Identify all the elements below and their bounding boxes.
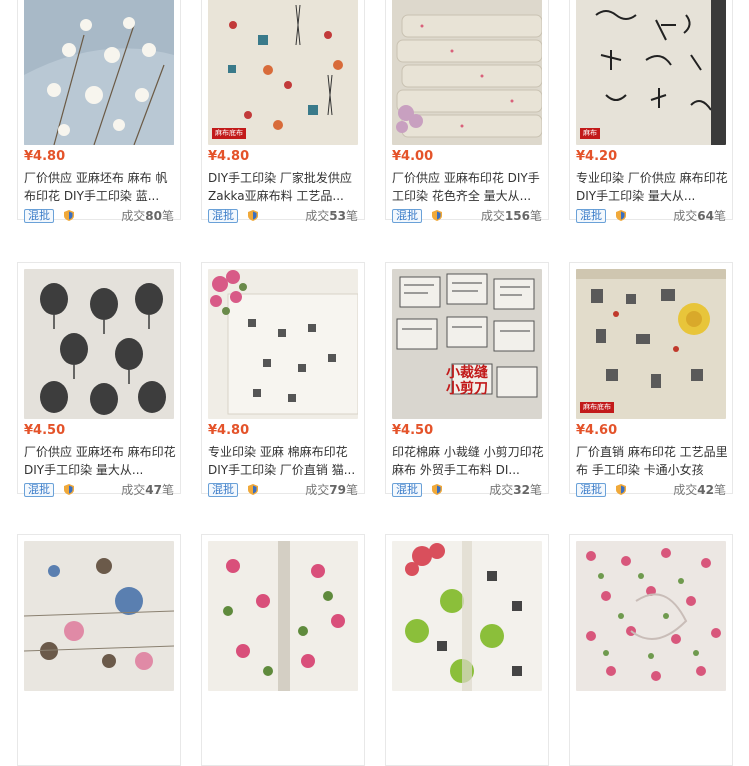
product-image[interactable] — [208, 541, 358, 691]
product-title[interactable]: 专业印染 厂价供应 麻布印花 DIY手工印染 量大从... — [576, 169, 728, 205]
product-price: ¥4.80 — [208, 423, 250, 438]
mixed-batch-badge[interactable]: 混批 — [24, 209, 54, 223]
product-card[interactable] — [385, 534, 549, 766]
product-card[interactable]: 麻布底布 ¥4.60 厂价直销 麻布印花 工艺品里布 手工印染 卡通小女孩 混批… — [569, 262, 733, 497]
deal-count: 成交32笔 — [489, 483, 542, 497]
product-price: ¥4.50 — [392, 423, 434, 438]
product-image[interactable] — [24, 269, 174, 419]
image-tag: 麻布底布 — [212, 128, 246, 139]
product-meta: 混批 成交64笔 — [576, 207, 726, 225]
product-meta: 混批 成交42笔 — [576, 481, 726, 499]
product-grid: ¥4.80 厂价供应 亚麻坯布 麻布 帆布印花 DIY手工印染 蓝... 混批 … — [0, 0, 749, 766]
product-price: ¥4.80 — [24, 149, 66, 164]
product-title[interactable]: 专业印染 亚麻 棉麻布印花 DIY手工印染 厂价直销 猫... — [208, 443, 360, 479]
product-card[interactable] — [17, 534, 181, 766]
mixed-batch-badge[interactable]: 混批 — [208, 209, 238, 223]
shield-icon[interactable] — [616, 484, 626, 495]
product-card[interactable]: ¥4.00 厂价供应 亚麻布印花 DIY手工印染 花色齐全 量大从... 混批 … — [385, 0, 549, 223]
deal-count: 成交156笔 — [480, 209, 542, 223]
product-image[interactable] — [24, 0, 174, 145]
image-tag: 麻布 — [580, 128, 600, 139]
product-image[interactable] — [392, 541, 542, 691]
product-meta: 混批 成交32笔 — [392, 481, 542, 499]
product-meta: 混批 成交53笔 — [208, 207, 358, 225]
product-image[interactable] — [208, 269, 358, 419]
product-card[interactable]: ¥4.80 专业印染 亚麻 棉麻布印花 DIY手工印染 厂价直销 猫... 混批… — [201, 262, 365, 497]
product-title[interactable]: 厂价供应 亚麻坯布 麻布 帆布印花 DIY手工印染 蓝... — [24, 169, 176, 205]
product-meta: 混批 成交47笔 — [24, 481, 174, 499]
deal-count: 成交80笔 — [121, 209, 174, 223]
image-tag: 麻布底布 — [580, 402, 614, 413]
shield-icon[interactable] — [616, 210, 626, 221]
product-title[interactable]: 印花棉麻 小裁缝 小剪刀印花麻布 外贸手工布料 DI... — [392, 443, 544, 479]
image-caption: 小裁缝 小剪刀 — [446, 365, 488, 397]
shield-icon[interactable] — [432, 210, 442, 221]
mixed-batch-badge[interactable]: 混批 — [576, 209, 606, 223]
product-image[interactable] — [24, 541, 174, 691]
shield-icon[interactable] — [64, 210, 74, 221]
product-card[interactable] — [569, 534, 733, 766]
product-price: ¥4.00 — [392, 149, 434, 164]
product-card[interactable]: ¥4.50 厂价供应 亚麻坯布 麻布印花 DIY手工印染 量大从... 混批 成… — [17, 262, 181, 497]
product-title[interactable]: DIY手工印染 厂家批发供应 Zakka亚麻布料 工艺品... — [208, 169, 360, 205]
shield-icon[interactable] — [248, 210, 258, 221]
product-image[interactable]: 小裁缝 小剪刀 — [392, 269, 542, 419]
product-image[interactable] — [392, 0, 542, 145]
product-card[interactable] — [201, 534, 365, 766]
product-title[interactable]: 厂价供应 亚麻布印花 DIY手工印染 花色齐全 量大从... — [392, 169, 544, 205]
shield-icon[interactable] — [432, 484, 442, 495]
product-image[interactable]: 麻布底布 — [208, 0, 358, 145]
deal-count: 成交64笔 — [673, 209, 726, 223]
shield-icon[interactable] — [64, 484, 74, 495]
product-title[interactable]: 厂价直销 麻布印花 工艺品里布 手工印染 卡通小女孩 — [576, 443, 728, 479]
mixed-batch-badge[interactable]: 混批 — [208, 483, 238, 497]
product-image[interactable]: 麻布底布 — [576, 269, 726, 419]
product-card[interactable]: 麻布 ¥4.20 专业印染 厂价供应 麻布印花 DIY手工印染 量大从... 混… — [569, 0, 733, 223]
product-price: ¥4.80 — [208, 149, 250, 164]
mixed-batch-badge[interactable]: 混批 — [576, 483, 606, 497]
mixed-batch-badge[interactable]: 混批 — [24, 483, 54, 497]
shield-icon[interactable] — [248, 484, 258, 495]
deal-count: 成交47笔 — [121, 483, 174, 497]
product-price: ¥4.20 — [576, 149, 618, 164]
product-card[interactable]: 麻布底布 ¥4.80 DIY手工印染 厂家批发供应 Zakka亚麻布料 工艺品.… — [201, 0, 365, 223]
product-image[interactable] — [576, 541, 726, 691]
product-meta: 混批 成交79笔 — [208, 481, 358, 499]
product-meta: 混批 成交156笔 — [392, 207, 542, 225]
product-card[interactable]: 小裁缝 小剪刀 ¥4.50 印花棉麻 小裁缝 小剪刀印花麻布 外贸手工布料 DI… — [385, 262, 549, 497]
product-price: ¥4.50 — [24, 423, 66, 438]
product-title[interactable]: 厂价供应 亚麻坯布 麻布印花 DIY手工印染 量大从... — [24, 443, 176, 479]
product-meta: 混批 成交80笔 — [24, 207, 174, 225]
mixed-batch-badge[interactable]: 混批 — [392, 209, 422, 223]
product-image[interactable]: 麻布 — [576, 0, 726, 145]
deal-count: 成交53笔 — [305, 209, 358, 223]
product-price: ¥4.60 — [576, 423, 618, 438]
deal-count: 成交42笔 — [673, 483, 726, 497]
product-card[interactable]: ¥4.80 厂价供应 亚麻坯布 麻布 帆布印花 DIY手工印染 蓝... 混批 … — [17, 0, 181, 223]
mixed-batch-badge[interactable]: 混批 — [392, 483, 422, 497]
deal-count: 成交79笔 — [305, 483, 358, 497]
